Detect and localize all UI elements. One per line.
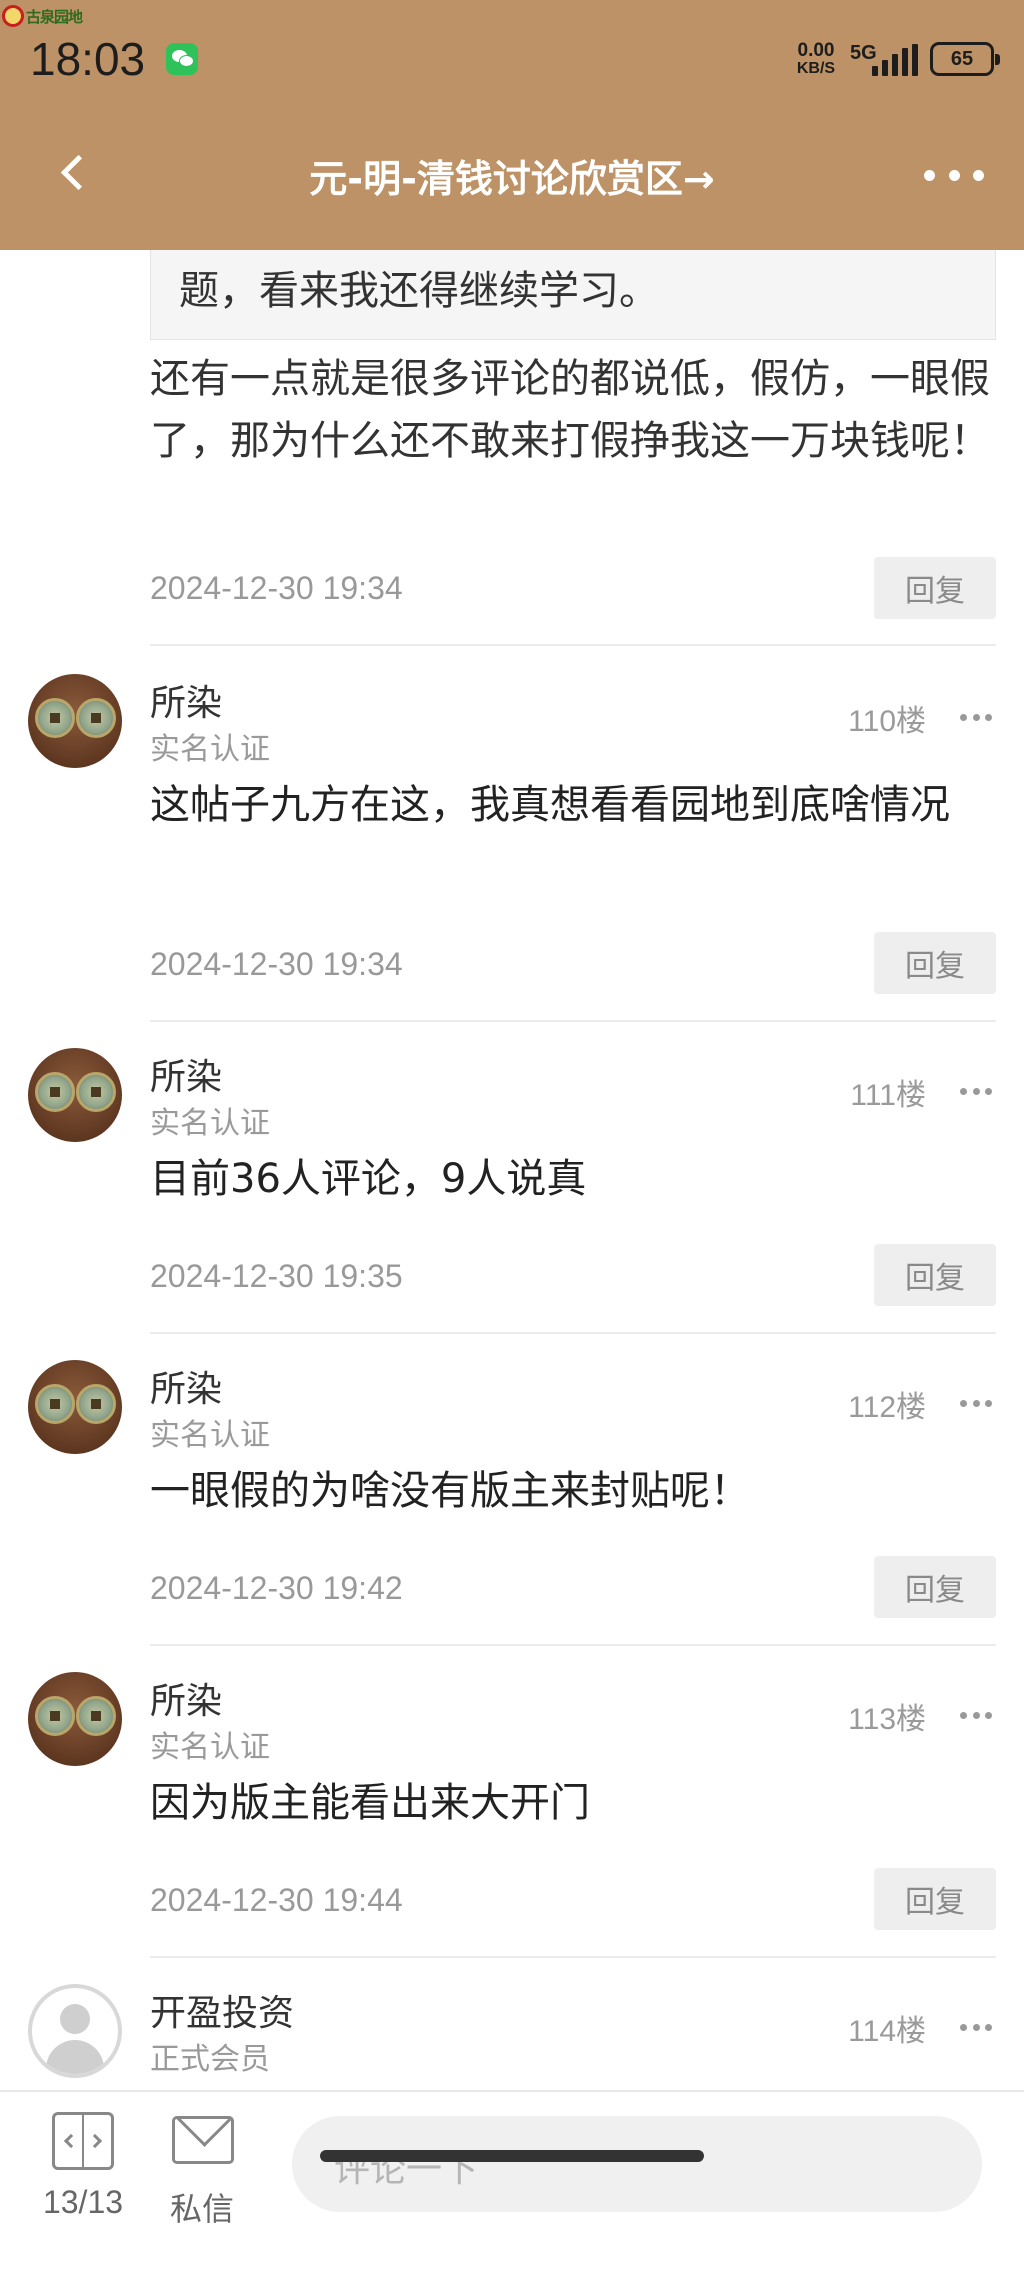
quoted-reply: 题，看来我还得继续学习。 xyxy=(150,250,996,340)
reply-button[interactable]: 回复 xyxy=(874,1244,996,1306)
post-date: 2024-12-30 19:34 xyxy=(150,946,403,982)
more-dots-icon[interactable] xyxy=(960,2024,992,2032)
post-date: 2024-12-30 19:42 xyxy=(150,1570,403,1606)
page-indicator[interactable]: 13/13 xyxy=(38,2184,128,2221)
divider xyxy=(150,1956,996,1958)
post-text: 一眼假的为啥没有版主来封贴呢！ xyxy=(150,1468,750,1514)
reply-button[interactable]: 回复 xyxy=(874,1556,996,1618)
floor-number: 113楼 xyxy=(848,1703,926,1736)
user-role: 实名认证 xyxy=(150,1730,270,1765)
home-indicator[interactable] xyxy=(320,2150,704,2162)
status-time: 18:03 xyxy=(30,33,146,85)
mail-icon[interactable] xyxy=(172,2116,234,2164)
reply-button[interactable]: 回复 xyxy=(874,932,996,994)
avatar[interactable] xyxy=(28,674,122,768)
floor-number: 110楼 xyxy=(848,705,926,738)
more-dots-icon[interactable] xyxy=(960,1400,992,1408)
floor-number: 114楼 xyxy=(848,2015,926,2048)
username[interactable]: 所染 xyxy=(150,1672,222,1724)
post-text: 这帖子九方在这，我真想看看园地到底啥情况 xyxy=(150,782,950,828)
battery-icon: 65 xyxy=(930,42,1000,76)
username[interactable]: 所染 xyxy=(150,1048,222,1100)
site-logo: 古泉园地 xyxy=(2,4,83,28)
divider xyxy=(150,1332,996,1334)
post-date: 2024-12-30 19:34 xyxy=(150,570,403,606)
post-text: 因为版主能看出来大开门 xyxy=(150,1780,590,1826)
quoted-text: 题，看来我还得继续学习。 xyxy=(179,268,659,314)
more-dots-icon xyxy=(924,169,935,181)
page-switch-icon[interactable] xyxy=(52,2112,114,2170)
wechat-icon xyxy=(166,43,198,75)
logo-icon xyxy=(2,5,24,27)
post-list[interactable]: 题，看来我还得继续学习。 还有一点就是很多评论的都说低，假仿，一眼假了，那为什么… xyxy=(0,250,1024,2090)
more-dots-icon[interactable] xyxy=(960,714,992,722)
post-date: 2024-12-30 19:35 xyxy=(150,1258,403,1294)
post-text: 目前36人评论，9人说真 xyxy=(150,1156,587,1202)
username[interactable]: 所染 xyxy=(150,1360,222,1412)
page-title: 元-明-清钱讨论欣赏区→ xyxy=(309,157,715,201)
private-message-label[interactable]: 私信 xyxy=(160,2184,244,2230)
avatar[interactable] xyxy=(28,1672,122,1766)
post-date: 2024-12-30 19:44 xyxy=(150,1882,403,1918)
user-role: 实名认证 xyxy=(150,732,270,767)
comment-placeholder: 评论一下 xyxy=(334,2149,479,2190)
back-button[interactable] xyxy=(50,145,100,205)
avatar[interactable] xyxy=(28,1984,122,2078)
username[interactable]: 所染 xyxy=(150,674,222,726)
network-speed: 0.00 KB/S xyxy=(790,40,842,78)
divider xyxy=(150,644,996,646)
logo-text: 古泉园地 xyxy=(26,7,83,26)
reply-button[interactable]: 回复 xyxy=(874,1868,996,1930)
bottom-toolbar: 13/13 私信 评论一下 xyxy=(0,2090,1024,2276)
post-text: 还有一点就是很多评论的都说低，假仿，一眼假了，那为什么还不敢来打假挣我这一万块钱… xyxy=(150,356,990,464)
divider xyxy=(150,1020,996,1022)
signal-icon xyxy=(872,44,920,76)
user-role: 实名认证 xyxy=(150,1418,270,1453)
floor-number: 111楼 xyxy=(850,1079,926,1112)
more-menu-button[interactable] xyxy=(924,160,984,190)
more-dots-icon[interactable] xyxy=(960,1712,992,1720)
network-speed-value: 0.00 xyxy=(797,40,835,61)
user-role: 实名认证 xyxy=(150,1106,270,1141)
comment-input[interactable]: 评论一下 xyxy=(292,2116,982,2212)
avatar[interactable] xyxy=(28,1360,122,1454)
user-role: 正式会员 xyxy=(150,2042,270,2077)
username[interactable]: 开盈投资 xyxy=(150,1984,294,2036)
reply-button[interactable]: 回复 xyxy=(874,557,996,619)
battery-level: 65 xyxy=(950,47,974,70)
more-dots-icon[interactable] xyxy=(960,1088,992,1096)
divider xyxy=(150,1644,996,1646)
app-header: 古泉园地 18:03 0.00 KB/S 5G 65 元-明-清钱讨论欣赏区→ xyxy=(0,0,1024,250)
avatar[interactable] xyxy=(28,1048,122,1142)
network-speed-unit: KB/S xyxy=(796,60,836,77)
floor-number: 112楼 xyxy=(848,1391,926,1424)
